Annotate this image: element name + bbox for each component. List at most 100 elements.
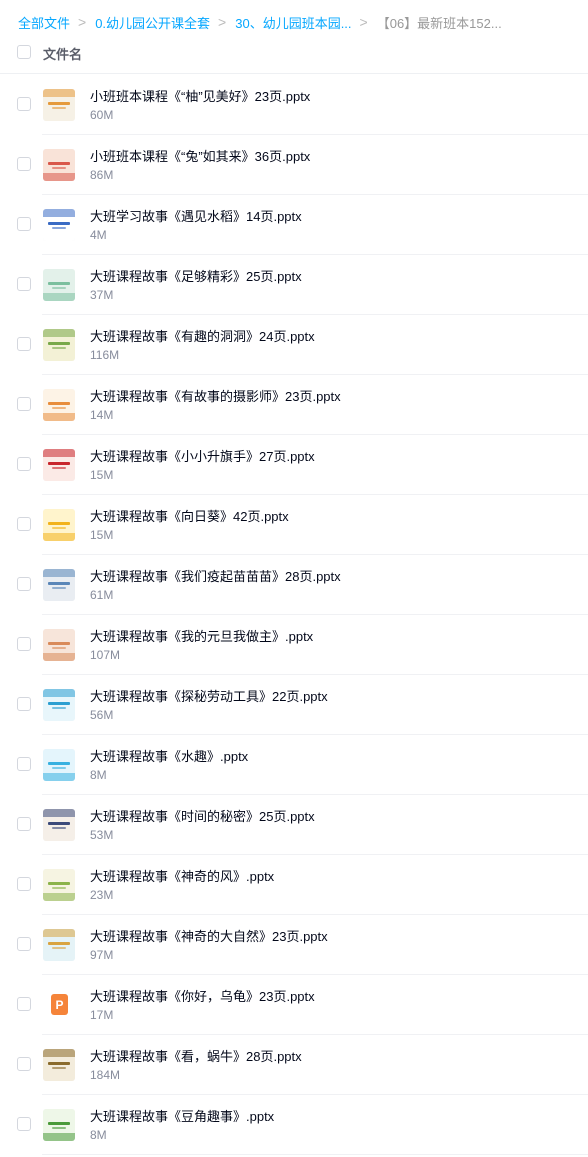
file-name[interactable]: 大班课程故事《有趣的洞洞》24页.pptx xyxy=(90,326,315,345)
file-row[interactable]: 大班课程故事《我们疫起苗苗苗》28页.pptx 61M xyxy=(0,555,588,615)
file-row[interactable]: 大班课程故事《足够精彩》25页.pptx 37M xyxy=(0,255,588,315)
file-row[interactable]: P 大班课程故事《你好，乌龟》23页.pptx 17M xyxy=(0,975,588,1035)
slide-thumbnail-icon[interactable] xyxy=(43,269,75,301)
file-row-checkbox[interactable] xyxy=(17,397,31,411)
file-size: 17M xyxy=(90,1008,114,1022)
file-row[interactable]: 大班课程故事《探秘劳动工具》22页.pptx 56M xyxy=(0,675,588,735)
slide-thumbnail-icon[interactable] xyxy=(43,689,75,721)
file-name[interactable]: 大班课程故事《豆角趣事》.pptx xyxy=(90,1106,274,1125)
file-row-checkbox[interactable] xyxy=(17,337,31,351)
file-row-checkbox[interactable] xyxy=(17,937,31,951)
file-size: 15M xyxy=(90,468,114,482)
file-row[interactable]: 大班课程故事《小小升旗手》27页.pptx 15M xyxy=(0,435,588,495)
file-size: 60M xyxy=(90,108,114,122)
file-name[interactable]: 大班课程故事《你好，乌龟》23页.pptx xyxy=(90,986,315,1005)
file-name[interactable]: 大班课程故事《时间的秘密》25页.pptx xyxy=(90,806,315,825)
file-row[interactable]: 大班课程故事《豆角趣事》.pptx 8M xyxy=(0,1095,588,1155)
file-row-checkbox[interactable] xyxy=(17,157,31,171)
file-row-checkbox[interactable] xyxy=(17,577,31,591)
slide-thumbnail-icon[interactable] xyxy=(43,749,75,781)
file-row-checkbox[interactable] xyxy=(17,1057,31,1071)
file-name[interactable]: 大班课程故事《水趣》.pptx xyxy=(90,746,248,765)
file-row-checkbox[interactable] xyxy=(17,997,31,1011)
file-list-header: 文件名 xyxy=(0,44,588,74)
file-row[interactable]: 大班学习故事《遇见水稻》14页.pptx 4M xyxy=(0,195,588,255)
file-row-checkbox[interactable] xyxy=(17,1117,31,1131)
file-size: 184M xyxy=(90,1068,121,1082)
file-name[interactable]: 大班课程故事《看，蜗牛》28页.pptx xyxy=(90,1046,302,1065)
file-size: 61M xyxy=(90,588,114,602)
breadcrumb-item-current-folder: 【06】最新班本152... xyxy=(376,15,502,31)
file-name[interactable]: 大班课程故事《小小升旗手》27页.pptx xyxy=(90,446,315,465)
slide-thumbnail-icon[interactable] xyxy=(43,929,75,961)
file-size: 14M xyxy=(90,408,114,422)
file-name[interactable]: 大班课程故事《神奇的大自然》23页.pptx xyxy=(90,926,328,945)
file-size: 8M xyxy=(90,768,107,782)
file-name[interactable]: 大班课程故事《我们疫起苗苗苗》28页.pptx xyxy=(90,566,341,585)
file-row[interactable]: 大班课程故事《我的元旦我做主》.pptx 107M xyxy=(0,615,588,675)
file-name[interactable]: 大班课程故事《足够精彩》25页.pptx xyxy=(90,266,302,285)
slide-thumbnail-icon[interactable] xyxy=(43,569,75,601)
file-name[interactable]: 大班课程故事《有故事的摄影师》23页.pptx xyxy=(90,386,341,405)
slide-thumbnail-icon[interactable] xyxy=(43,629,75,661)
slide-thumbnail-icon[interactable] xyxy=(43,1109,75,1141)
file-size: 107M xyxy=(90,648,121,662)
slide-thumbnail-icon[interactable] xyxy=(43,869,75,901)
slide-thumbnail-icon[interactable] xyxy=(43,329,75,361)
file-name[interactable]: 大班课程故事《我的元旦我做主》.pptx xyxy=(90,626,313,645)
file-row[interactable]: 大班课程故事《看，蜗牛》28页.pptx 184M xyxy=(0,1035,588,1095)
file-size: 37M xyxy=(90,288,114,302)
file-size: 23M xyxy=(90,888,114,902)
file-row[interactable]: 大班课程故事《神奇的风》.pptx 23M xyxy=(0,855,588,915)
file-row[interactable]: 大班课程故事《水趣》.pptx 8M xyxy=(0,735,588,795)
file-size: 56M xyxy=(90,708,114,722)
file-row-checkbox[interactable] xyxy=(17,757,31,771)
file-name[interactable]: 大班学习故事《遇见水稻》14页.pptx xyxy=(90,206,302,225)
breadcrumb-separator-icon: > xyxy=(359,14,368,30)
file-row-checkbox[interactable] xyxy=(17,817,31,831)
breadcrumb: 全部文件 > 0.幼儿园公开课全套 > 30、幼儿园班本园... > 【06】最… xyxy=(0,0,588,44)
file-size: 4M xyxy=(90,228,107,242)
file-row[interactable]: 小班班本课程《“柚”见美好》23页.pptx 60M xyxy=(0,75,588,135)
file-name[interactable]: 大班课程故事《神奇的风》.pptx xyxy=(90,866,274,885)
file-row[interactable]: 大班课程故事《神奇的大自然》23页.pptx 97M xyxy=(0,915,588,975)
file-row-checkbox[interactable] xyxy=(17,637,31,651)
file-row-checkbox[interactable] xyxy=(17,877,31,891)
file-row-checkbox[interactable] xyxy=(17,457,31,471)
slide-thumbnail-icon[interactable] xyxy=(43,209,75,241)
slide-thumbnail-icon[interactable] xyxy=(43,809,75,841)
slide-thumbnail-icon[interactable] xyxy=(43,149,75,181)
file-size: 116M xyxy=(90,348,120,362)
file-row[interactable]: 大班课程故事《向日葵》42页.pptx 15M xyxy=(0,495,588,555)
file-row-checkbox[interactable] xyxy=(17,217,31,231)
file-row[interactable]: 大班课程故事《时间的秘密》25页.pptx 53M xyxy=(0,795,588,855)
breadcrumb-item-all-files[interactable]: 全部文件 xyxy=(18,13,70,32)
row-divider xyxy=(42,1154,588,1155)
file-size: 15M xyxy=(90,528,114,542)
slide-thumbnail-icon[interactable] xyxy=(43,449,75,481)
breadcrumb-item-class-course[interactable]: 30、幼儿园班本园... xyxy=(235,13,351,32)
column-header-filename[interactable]: 文件名 xyxy=(43,44,82,63)
file-name[interactable]: 小班班本课程《“柚”见美好》23页.pptx xyxy=(90,86,310,105)
file-row-checkbox[interactable] xyxy=(17,517,31,531)
file-size: 53M xyxy=(90,828,114,842)
file-size: 86M xyxy=(90,168,114,182)
select-all-checkbox[interactable] xyxy=(17,45,31,59)
slide-thumbnail-icon[interactable] xyxy=(43,89,75,121)
file-row[interactable]: 大班课程故事《有故事的摄影师》23页.pptx 14M xyxy=(0,375,588,435)
file-name[interactable]: 小班班本课程《“兔”如其来》36页.pptx xyxy=(90,146,310,165)
file-row-checkbox[interactable] xyxy=(17,277,31,291)
file-row-checkbox[interactable] xyxy=(17,97,31,111)
slide-thumbnail-icon[interactable] xyxy=(43,509,75,541)
pptx-file-icon[interactable]: P xyxy=(43,989,75,1021)
file-name[interactable]: 大班课程故事《探秘劳动工具》22页.pptx xyxy=(90,686,328,705)
file-row[interactable]: 小班班本课程《“兔”如其来》36页.pptx 86M xyxy=(0,135,588,195)
slide-thumbnail-icon[interactable] xyxy=(43,1049,75,1081)
breadcrumb-separator-icon: > xyxy=(218,14,227,30)
breadcrumb-item-open-class[interactable]: 0.幼儿园公开课全套 xyxy=(95,13,210,32)
file-row-checkbox[interactable] xyxy=(17,697,31,711)
file-name[interactable]: 大班课程故事《向日葵》42页.pptx xyxy=(90,506,289,525)
svg-text:P: P xyxy=(55,998,63,1012)
file-row[interactable]: 大班课程故事《有趣的洞洞》24页.pptx 116M xyxy=(0,315,588,375)
slide-thumbnail-icon[interactable] xyxy=(43,389,75,421)
